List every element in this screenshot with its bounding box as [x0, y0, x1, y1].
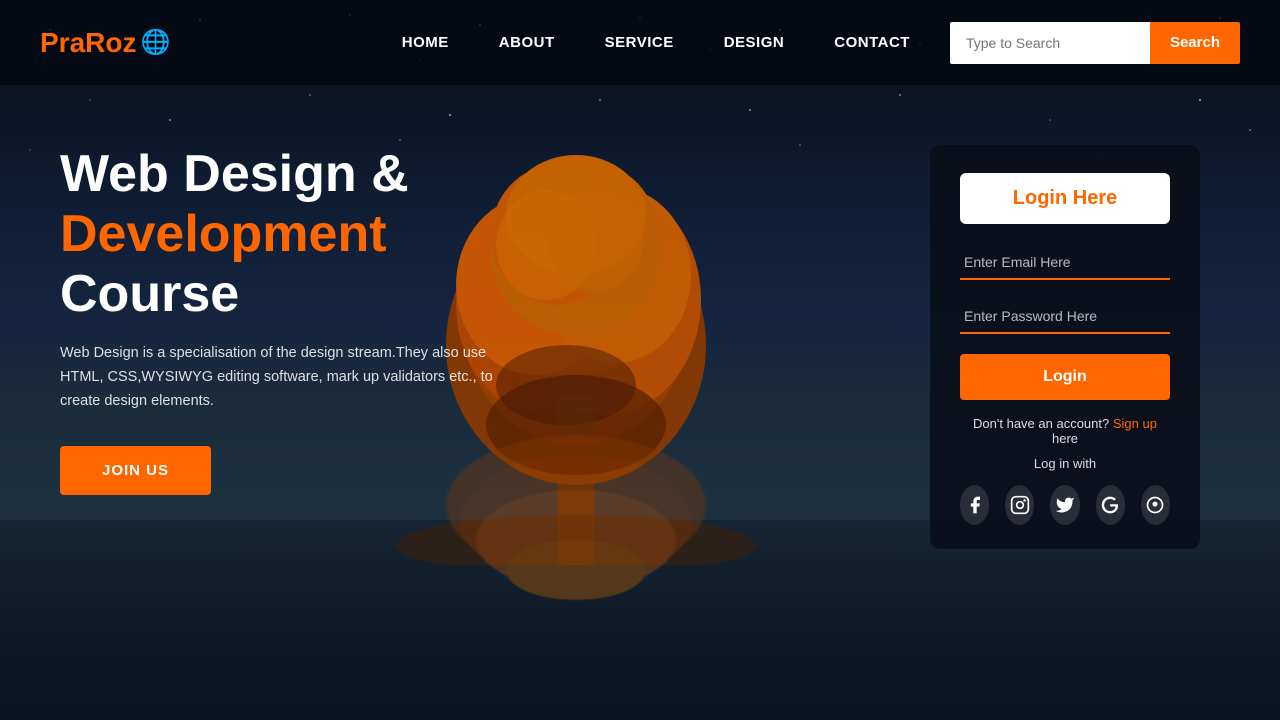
signup-link[interactable]: Sign up [1113, 416, 1157, 431]
password-field[interactable] [960, 300, 1170, 334]
hero-section: Web Design & Development Course Web Desi… [60, 145, 610, 495]
nav-item-contact[interactable]: CONTACT [834, 34, 910, 52]
social-icons [960, 485, 1170, 525]
nav-item-design[interactable]: DESIGN [724, 34, 785, 52]
facebook-icon[interactable] [960, 485, 989, 525]
email-field[interactable] [960, 246, 1170, 280]
skype-icon[interactable] [1141, 485, 1170, 525]
globe-icon: 🌐 [140, 28, 170, 57]
instagram-icon[interactable] [1005, 485, 1034, 525]
hero-line1: Web Design & [60, 145, 409, 203]
search-button[interactable]: Search [1150, 22, 1240, 64]
search-input[interactable] [950, 22, 1150, 64]
login-with-label: Log in with [960, 456, 1170, 471]
main-content: Web Design & Development Course Web Desi… [0, 145, 1280, 549]
login-button[interactable]: Login [960, 354, 1170, 400]
nav-item-home[interactable]: HOME [402, 34, 449, 52]
login-title: Login Here [1013, 187, 1117, 209]
logo[interactable]: PraRoz🌐 [40, 27, 170, 59]
twitter-icon[interactable] [1050, 485, 1079, 525]
login-header: Login Here [960, 173, 1170, 224]
nav-item-service[interactable]: SERVICE [605, 34, 674, 52]
join-us-button[interactable]: JOIN US [60, 446, 211, 495]
nav-links: HOME ABOUT SERVICE DESIGN CONTACT [402, 34, 910, 52]
logo-text: PraRoz [40, 27, 136, 59]
hero-line2: Development [60, 205, 387, 263]
navbar: PraRoz🌐 HOME ABOUT SERVICE DESIGN CONTAC… [0, 0, 1280, 85]
login-card: Login Here Login Don't have an account? … [930, 145, 1200, 549]
hero-line3: Course [60, 265, 239, 323]
no-account-text: Don't have an account? Sign up here [960, 416, 1170, 446]
nav-item-about[interactable]: ABOUT [499, 34, 555, 52]
hero-heading: Web Design & Development Course [60, 145, 610, 324]
google-icon[interactable] [1096, 485, 1125, 525]
search-bar: Search [950, 22, 1240, 64]
hero-description: Web Design is a specialisation of the de… [60, 342, 530, 414]
